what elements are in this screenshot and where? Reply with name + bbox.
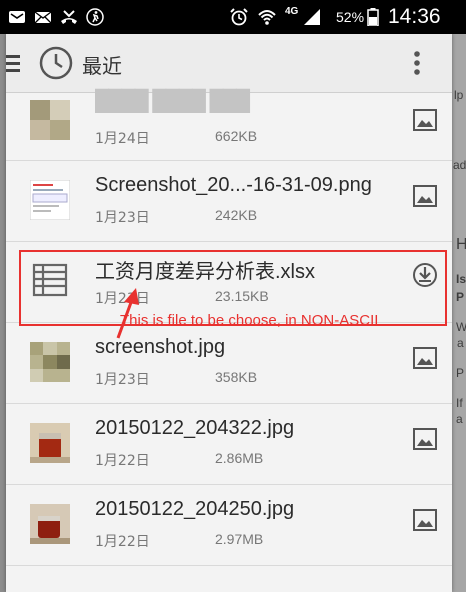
file-size: 2.97MB [215, 531, 264, 547]
file-size: 358KB [215, 369, 258, 385]
background-text: P [456, 366, 465, 380]
image-icon[interactable] [412, 345, 438, 371]
file-row[interactable] [6, 566, 452, 592]
file-row[interactable]: 20150122_204250.jpg 1月22日 2.97MB [6, 485, 452, 566]
menu-icon[interactable] [6, 52, 20, 74]
file-size: 2.86MB [215, 450, 264, 466]
background-text: H [456, 236, 466, 253]
file-size: 662KB [215, 128, 258, 144]
file-size: 242KB [215, 207, 258, 223]
alarm-icon [230, 8, 248, 26]
background-app-edge [452, 34, 466, 592]
dialog-title: 最近 [82, 54, 122, 78]
fitness-icon [86, 8, 104, 26]
signal-icon [303, 8, 321, 26]
file-name: 20150122_204322.jpg [95, 417, 295, 439]
battery-percent: 52% [336, 9, 365, 25]
clock-time: 14:36 [388, 5, 441, 28]
file-row[interactable]: 20150122_204322.jpg 1月22日 2.86MB [6, 404, 452, 485]
file-thumbnail [30, 342, 70, 382]
file-thumbnail [30, 504, 70, 544]
file-date: 1月24日 [95, 131, 150, 147]
file-date: 1月23日 [95, 372, 150, 388]
status-bar: 4G 52% 14:36 [0, 0, 466, 34]
background-text: If [456, 396, 463, 410]
overflow-menu-icon[interactable] [406, 50, 428, 76]
file-row[interactable]: ████ ████ ███ 1月24日 662KB [6, 90, 452, 161]
message-icon [8, 8, 26, 26]
dialog-toolbar: 最近 [6, 34, 452, 93]
background-text: lp [454, 88, 464, 102]
file-row[interactable]: Screenshot_20...-16-31-09.png 1月23日 242K… [6, 161, 452, 242]
background-text: a [457, 336, 464, 350]
annotation-text: This is file to be choose, in NON-ASCII [120, 312, 379, 329]
background-text: ads [453, 158, 466, 172]
file-row[interactable]: screenshot.jpg 1月23日 358KB [6, 323, 452, 404]
battery-icon [367, 8, 379, 26]
file-thumbnail [30, 100, 70, 140]
file-name: screenshot.jpg [95, 336, 226, 358]
image-icon[interactable] [412, 183, 438, 209]
mail-icon [34, 8, 52, 26]
file-date: 1月22日 [95, 534, 150, 550]
clock-icon [39, 46, 73, 80]
file-name: 20150122_204250.jpg [95, 498, 295, 520]
background-text: W [456, 320, 466, 334]
background-text: a [456, 412, 463, 426]
missed-call-icon [60, 8, 78, 26]
image-icon[interactable] [412, 507, 438, 533]
file-thumbnail [30, 423, 70, 463]
image-icon[interactable] [412, 426, 438, 452]
background-text: Is [456, 272, 466, 286]
image-icon[interactable] [412, 107, 438, 133]
background-text: P [456, 290, 465, 304]
file-name-blurred: ████ ████ ███ [95, 90, 250, 112]
file-date: 1月22日 [95, 453, 150, 469]
file-date: 1月23日 [95, 210, 150, 226]
wifi-icon [258, 8, 276, 26]
network-type: 4G [285, 6, 299, 17]
file-name: Screenshot_20...-16-31-09.png [95, 174, 372, 196]
file-thumbnail [29, 179, 71, 221]
